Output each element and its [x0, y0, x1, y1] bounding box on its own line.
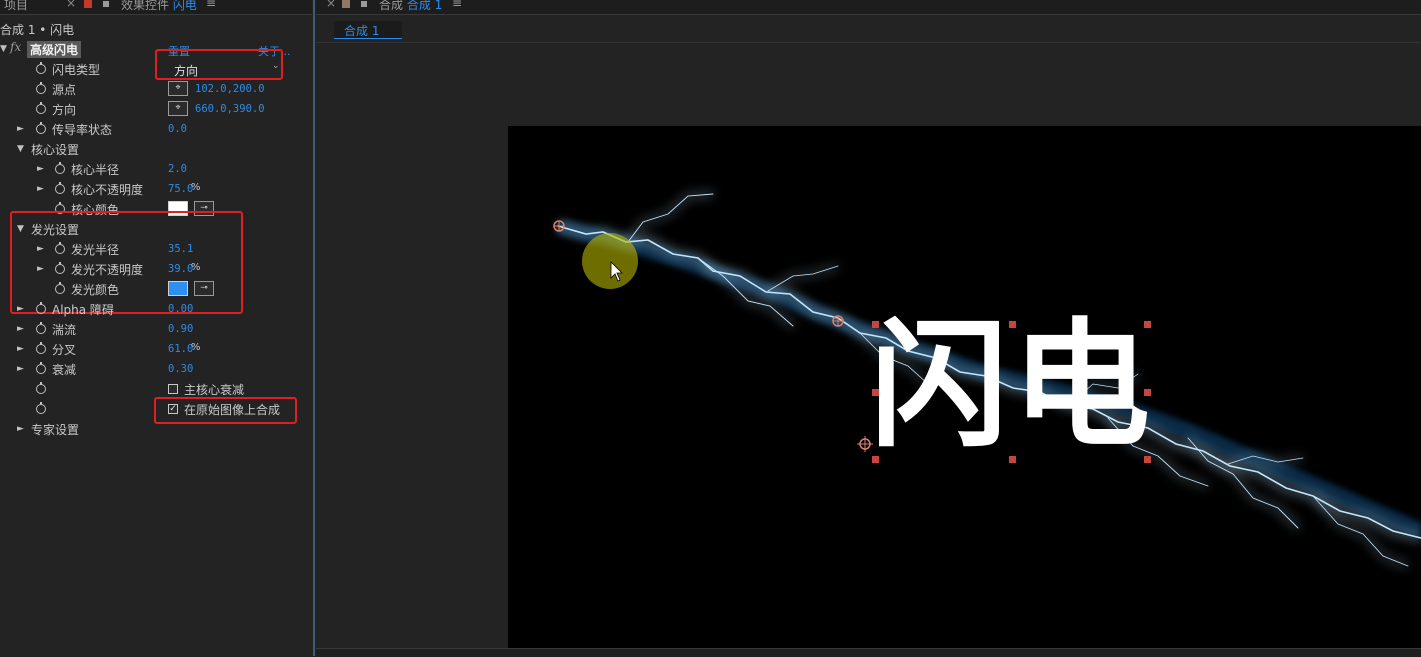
collapse-triangle-icon[interactable]: ▼: [17, 144, 24, 154]
percent-sign: %: [191, 182, 201, 193]
stopwatch-icon[interactable]: [36, 382, 46, 394]
effect-name[interactable]: 高级闪电: [27, 41, 82, 58]
highlight-box-composite: [154, 397, 297, 424]
alpha-obstacle-label: Alpha 障碍: [52, 303, 114, 317]
lightning-type-label: 闪电类型: [52, 63, 101, 77]
core-opacity-value[interactable]: 75.0: [168, 183, 193, 195]
composition-canvas[interactable]: 闪电: [508, 126, 1421, 648]
right-tab-bar: [316, 0, 1421, 14]
bounding-handle[interactable]: [872, 456, 879, 463]
stopwatch-icon[interactable]: [36, 62, 46, 74]
expand-triangle-icon[interactable]: ►: [17, 304, 24, 314]
highlight-box-type: [155, 49, 283, 80]
origin-label: 源点: [52, 83, 77, 97]
bounding-handle[interactable]: [872, 321, 879, 328]
alpha-obstacle-value[interactable]: 0.00: [168, 303, 193, 315]
camera-icon[interactable]: [103, 1, 109, 7]
bounding-handle[interactable]: [1144, 389, 1151, 396]
stopwatch-icon[interactable]: [36, 82, 46, 94]
expand-triangle-icon[interactable]: ►: [37, 164, 44, 174]
panel-menu-icon[interactable]: ≡: [206, 0, 216, 10]
core-radius-label: 核心半径: [71, 163, 120, 177]
expand-triangle-icon[interactable]: ►: [17, 124, 24, 134]
bounding-handle[interactable]: [1144, 456, 1151, 463]
breadcrumb: 合成 1 • 闪电: [0, 23, 75, 37]
tab-divider: [316, 14, 1421, 15]
crosshair-icon[interactable]: ⌖: [168, 101, 188, 116]
highlight-box-glow: [10, 211, 243, 314]
crosshair-icon[interactable]: ⌖: [168, 81, 188, 96]
conductivity-value[interactable]: 0.0: [168, 123, 187, 135]
decay-label: 衰减: [52, 363, 77, 377]
expand-triangle-icon[interactable]: ►: [17, 364, 24, 374]
bounding-handle[interactable]: [1144, 321, 1151, 328]
tab-composition[interactable]: 合成 合成 1: [379, 0, 442, 13]
camera-icon[interactable]: [361, 1, 367, 7]
text-layer[interactable]: 闪电: [870, 310, 1154, 462]
expand-triangle-icon[interactable]: ►: [17, 324, 24, 334]
forking-value[interactable]: 61.0: [168, 343, 193, 355]
collapse-triangle-icon[interactable]: ▼: [0, 44, 7, 54]
stopwatch-icon[interactable]: [36, 302, 46, 314]
turbulence-value[interactable]: 0.90: [168, 323, 193, 335]
lock-icon[interactable]: [84, 0, 92, 8]
stopwatch-icon[interactable]: [55, 182, 65, 194]
stopwatch-icon[interactable]: [36, 342, 46, 354]
effect-controls-panel: 项目 × 效果控件 闪电 ≡ 合成 1 • 闪电 ▼ fx 高级闪电 重置 关于…: [0, 0, 312, 656]
core-settings-group[interactable]: 核心设置: [31, 141, 79, 158]
main-core-decay-checkbox[interactable]: [168, 384, 178, 394]
stopwatch-icon[interactable]: [55, 162, 65, 174]
expand-triangle-icon[interactable]: ►: [17, 424, 24, 434]
core-opacity-label: 核心不透明度: [71, 183, 144, 197]
click-highlight: [582, 233, 638, 289]
direction-label: 方向: [52, 103, 77, 117]
comp-subtab[interactable]: 合成 1: [334, 21, 402, 39]
turbulence-label: 湍流: [52, 323, 77, 337]
forking-label: 分叉: [52, 343, 77, 357]
conductivity-label: 传导率状态: [52, 123, 113, 137]
core-radius-value[interactable]: 2.0: [168, 163, 187, 175]
percent-sign: %: [191, 342, 201, 353]
bounding-handle[interactable]: [872, 389, 879, 396]
bounding-handle[interactable]: [1009, 456, 1016, 463]
panel-divider[interactable]: [313, 0, 315, 656]
fx-toggle[interactable]: fx: [10, 40, 21, 54]
viewer-divider: [316, 42, 1421, 43]
main-core-decay-label: 主核心衰减: [184, 383, 245, 397]
stopwatch-icon[interactable]: [36, 402, 46, 414]
expert-settings-group[interactable]: 专家设置: [31, 421, 79, 438]
origin-value[interactable]: 102.0,200.0: [195, 83, 265, 95]
close-icon[interactable]: ×: [326, 0, 336, 10]
stopwatch-icon[interactable]: [36, 362, 46, 374]
stopwatch-icon[interactable]: [36, 322, 46, 334]
expand-triangle-icon[interactable]: ►: [17, 344, 24, 354]
expand-triangle-icon[interactable]: ►: [37, 184, 44, 194]
lock-icon[interactable]: [342, 0, 350, 8]
stopwatch-icon[interactable]: [36, 122, 46, 134]
close-icon[interactable]: ×: [66, 0, 76, 10]
panel-menu-icon[interactable]: ≡: [452, 0, 462, 10]
decay-value[interactable]: 0.30: [168, 363, 193, 375]
tab-effect-controls[interactable]: 效果控件 闪电: [121, 0, 197, 13]
bounding-handle[interactable]: [1009, 321, 1016, 328]
tab-divider: [0, 14, 312, 15]
stopwatch-icon[interactable]: [36, 102, 46, 114]
tab-project[interactable]: 项目: [4, 0, 28, 13]
comp-subtab-label: 合成 1: [344, 24, 380, 38]
direction-value[interactable]: 660.0,390.0: [195, 103, 265, 115]
